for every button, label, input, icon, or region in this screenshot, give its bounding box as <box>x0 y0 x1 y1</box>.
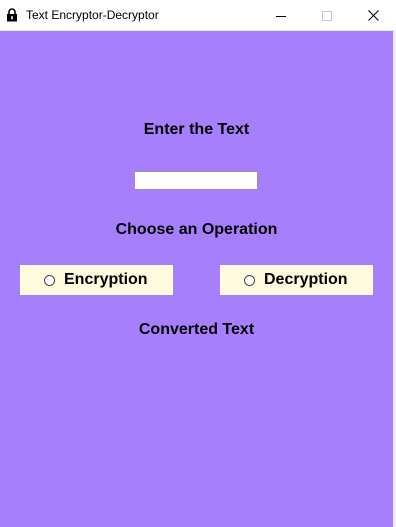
main-panel: Enter the Text Choose an Operation Encry… <box>0 31 393 527</box>
title-bar[interactable]: Text Encryptor-Decryptor <box>0 0 396 31</box>
window-title: Text Encryptor-Decryptor <box>26 8 159 22</box>
maximize-icon <box>322 10 332 21</box>
app-window: Text Encryptor-Decryptor Enter the Text … <box>0 0 396 527</box>
enter-text-label: Enter the Text <box>143 121 250 138</box>
decryption-radio-option[interactable]: Decryption <box>220 265 373 295</box>
close-icon <box>367 10 379 21</box>
lock-icon <box>7 8 17 22</box>
maximize-button[interactable] <box>304 0 350 31</box>
close-button[interactable] <box>350 0 396 31</box>
encryption-label: Encryption <box>64 271 148 288</box>
text-input[interactable] <box>134 171 258 190</box>
converted-text-label: Converted Text <box>138 321 255 338</box>
decryption-radio-button[interactable] <box>244 274 255 286</box>
minimize-button[interactable] <box>258 0 304 31</box>
decryption-label: Decryption <box>264 271 348 288</box>
encryption-radio-option[interactable]: Encryption <box>20 265 173 295</box>
encryption-radio-button[interactable] <box>44 274 55 286</box>
choose-operation-label: Choose an Operation <box>115 221 278 238</box>
minimize-icon <box>276 15 286 17</box>
